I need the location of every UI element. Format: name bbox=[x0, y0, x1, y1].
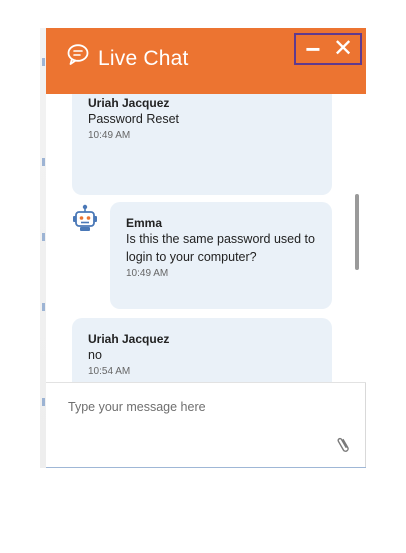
background-mark bbox=[42, 58, 45, 66]
message-time: 10:49 AM bbox=[88, 130, 131, 141]
background-mark bbox=[42, 398, 45, 406]
message-input[interactable] bbox=[68, 397, 338, 417]
message-text: no bbox=[88, 348, 102, 362]
message-sender: Emma bbox=[126, 216, 163, 230]
message-bubble: Uriah Jacquez no 10:54 AM bbox=[72, 318, 332, 382]
message-sender: Uriah Jacquez bbox=[88, 332, 170, 346]
message-time: 10:49 AM bbox=[126, 268, 169, 279]
widget-bottom-edge bbox=[46, 467, 366, 468]
background-mark bbox=[42, 233, 45, 241]
paperclip-icon[interactable] bbox=[336, 435, 352, 455]
minimize-button[interactable]: − bbox=[298, 35, 328, 63]
message-bubble: Emma Is this the same password used to l… bbox=[110, 202, 332, 309]
message-list[interactable]: Uriah Jacquez Password Reset 10:49 AM Em… bbox=[46, 94, 366, 382]
message-sender: Uriah Jacquez bbox=[88, 96, 170, 110]
scrollbar-thumb[interactable] bbox=[355, 194, 359, 270]
chat-bubble-icon bbox=[67, 44, 89, 65]
message-text: Is this the same password used to login … bbox=[126, 232, 315, 264]
robot-icon bbox=[73, 204, 97, 231]
chat-header: Live Chat − ✕ bbox=[46, 28, 366, 94]
window-controls: − ✕ bbox=[294, 33, 362, 65]
chat-title: Live Chat bbox=[98, 47, 189, 70]
background-mark bbox=[42, 303, 45, 311]
message-text: Password Reset bbox=[88, 112, 180, 126]
message-time: 10:54 AM bbox=[88, 366, 131, 377]
live-chat-widget: Live Chat − ✕ Uriah Jacquez Password Res… bbox=[46, 28, 366, 468]
background-mark bbox=[42, 158, 45, 166]
close-button[interactable]: ✕ bbox=[328, 35, 358, 63]
message-composer bbox=[46, 383, 366, 468]
message-bubble: Uriah Jacquez Password Reset 10:49 AM bbox=[72, 94, 332, 195]
